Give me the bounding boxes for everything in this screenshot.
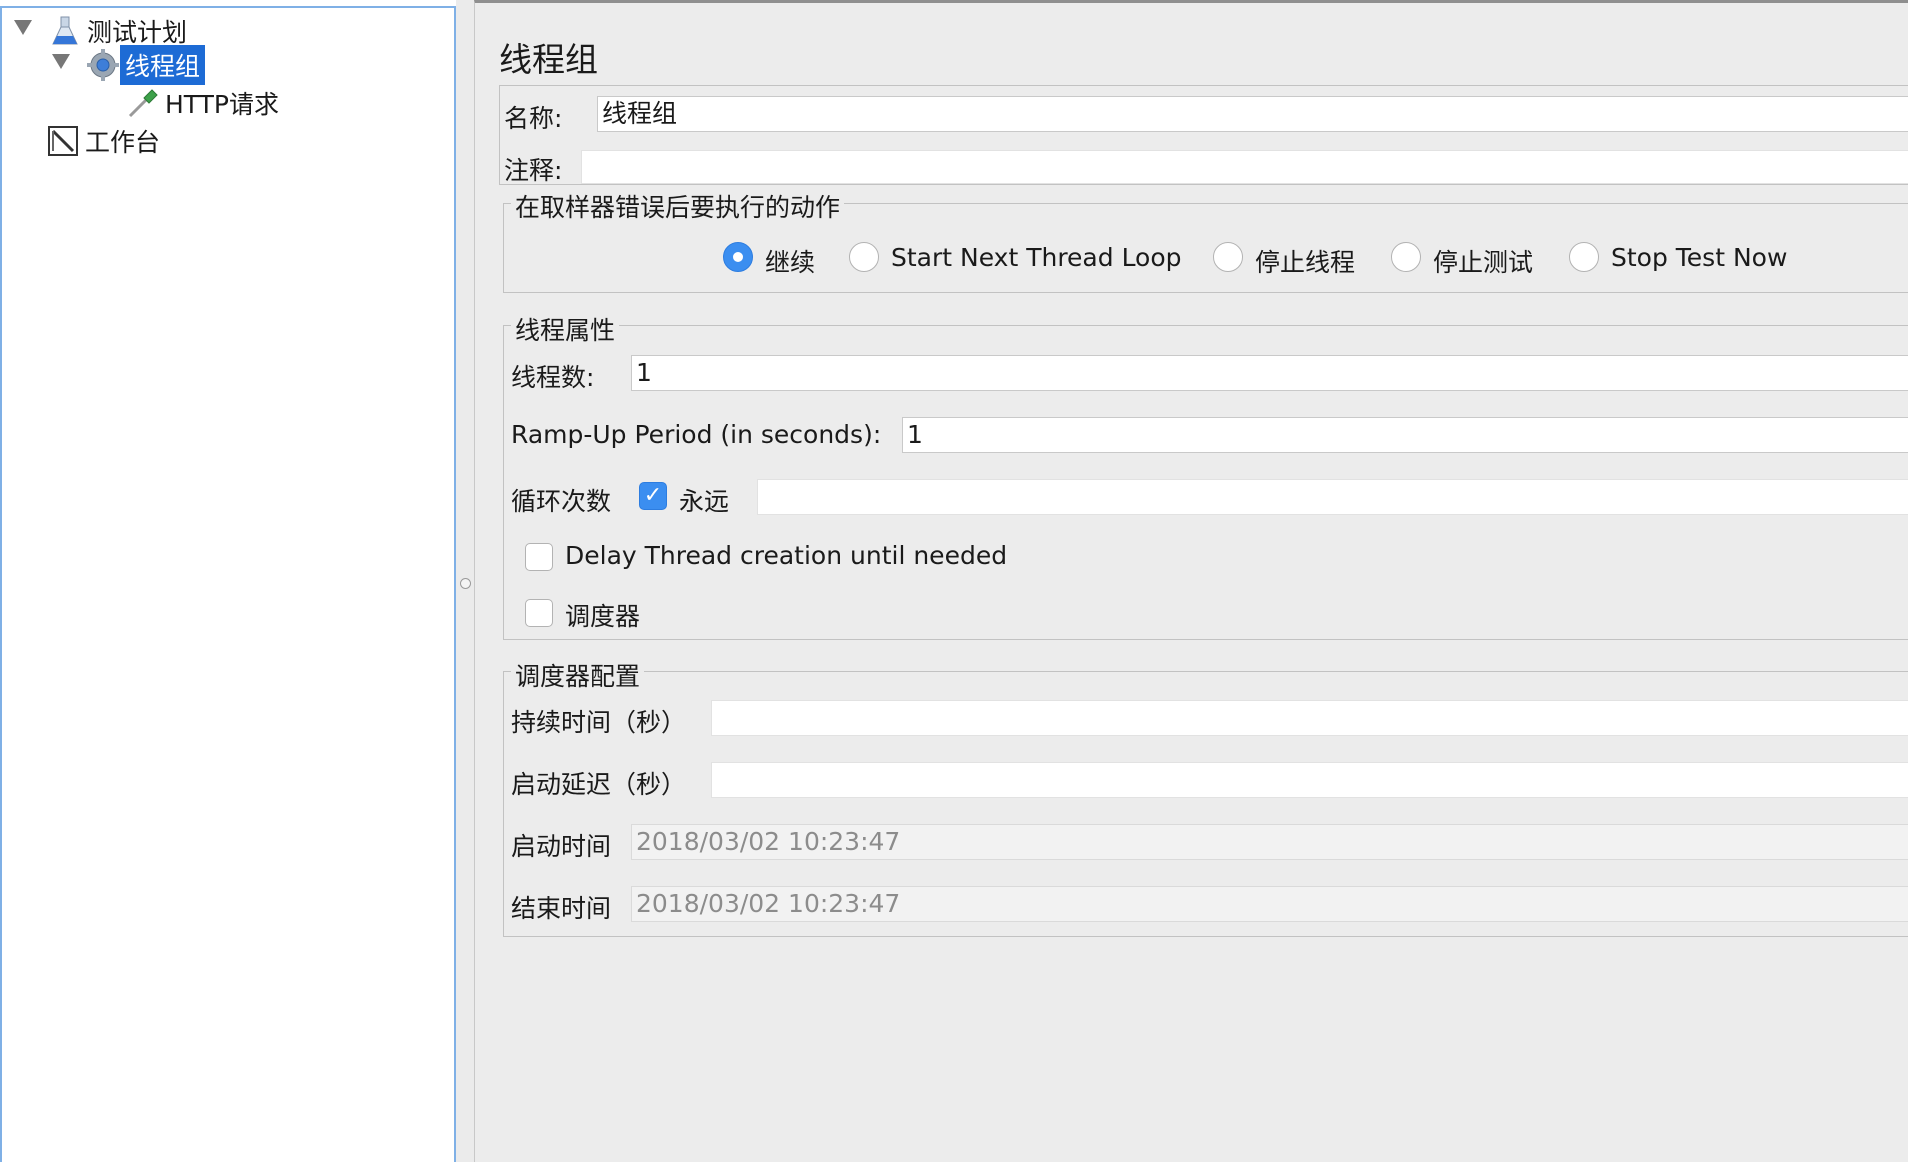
radio-continue[interactable] [723, 242, 753, 272]
radio-stop-test-now-label[interactable]: Stop Test Now [1611, 243, 1787, 272]
radio-stop-thread[interactable] [1213, 242, 1243, 272]
duration-label: 持续时间（秒） [511, 708, 687, 737]
workbench-icon [46, 124, 80, 158]
thread-count-input[interactable]: 1 [631, 355, 1908, 391]
page-title: 线程组 [499, 40, 598, 79]
rampup-label: Ramp-Up Period (in seconds): [511, 420, 882, 449]
startup-delay-input[interactable] [711, 762, 1908, 798]
radio-stop-test[interactable] [1391, 242, 1421, 272]
tree-item-label: 工作台 [85, 128, 161, 157]
thread-count-label: 线程数: [511, 363, 595, 392]
scheduler-label[interactable]: 调度器 [565, 597, 640, 633]
name-input[interactable]: 线程组 [597, 96, 1908, 132]
expand-toggle-icon[interactable] [14, 20, 32, 35]
radio-stop-thread-label[interactable]: 停止线程 [1255, 243, 1355, 279]
tree-item-label: 线程组 [120, 45, 206, 85]
radio-continue-label[interactable]: 继续 [765, 243, 815, 279]
end-time-input[interactable]: 2018/03/02 10:23:47 [631, 886, 1908, 922]
forever-label[interactable]: 永远 [679, 482, 729, 518]
tree-item-workbench[interactable]: 工作台 [46, 124, 165, 158]
name-label: 名称: [504, 104, 563, 133]
comment-label: 注释: [504, 156, 563, 185]
delay-thread-creation-checkbox[interactable] [525, 543, 553, 571]
tree-item-http-request[interactable]: HTTP请求 [126, 86, 284, 120]
divider-grip-icon[interactable] [460, 578, 471, 589]
radio-start-next-thread-loop-label[interactable]: Start Next Thread Loop [891, 243, 1182, 272]
startup-delay-label: 启动延迟（秒） [511, 770, 687, 799]
test-plan-tree[interactable]: 测试计划 线程组 HTTP请求 工作台 [0, 6, 456, 1162]
scheduler-checkbox[interactable] [525, 599, 553, 627]
radio-stop-test-label[interactable]: 停止测试 [1433, 243, 1533, 279]
error-action-legend: 在取样器错误后要执行的动作 [511, 188, 845, 224]
thread-group-editor: 线程组 名称: 线程组 注释: 在取样器错误后要执行的动作 继续 Start N… [474, 0, 1908, 1162]
radio-stop-test-now[interactable] [1569, 242, 1599, 272]
duration-input[interactable] [711, 700, 1908, 736]
start-time-label: 启动时间 [511, 832, 612, 861]
loop-count-input[interactable] [757, 479, 1908, 515]
end-time-label: 结束时间 [511, 894, 612, 923]
tree-item-thread-group[interactable]: 线程组 [86, 45, 206, 85]
scheduler-config-legend: 调度器配置 [511, 657, 645, 693]
gear-icon [86, 48, 120, 82]
expand-toggle-icon[interactable] [52, 54, 70, 69]
tree-item-test-plan[interactable]: 测试计划 [48, 14, 192, 48]
loop-count-label: 循环次数 [511, 487, 612, 516]
start-time-input[interactable]: 2018/03/02 10:23:47 [631, 824, 1908, 860]
radio-start-next-thread-loop[interactable] [849, 242, 879, 272]
thread-properties-legend: 线程属性 [511, 311, 620, 347]
delay-thread-creation-label[interactable]: Delay Thread creation until needed [565, 541, 1007, 570]
dropper-icon [126, 86, 160, 120]
tree-item-label: HTTP请求 [165, 90, 279, 119]
flask-icon [48, 14, 82, 48]
forever-checkbox[interactable]: ✓ [639, 482, 667, 510]
comment-input[interactable] [581, 150, 1908, 184]
rampup-input[interactable]: 1 [902, 417, 1908, 453]
